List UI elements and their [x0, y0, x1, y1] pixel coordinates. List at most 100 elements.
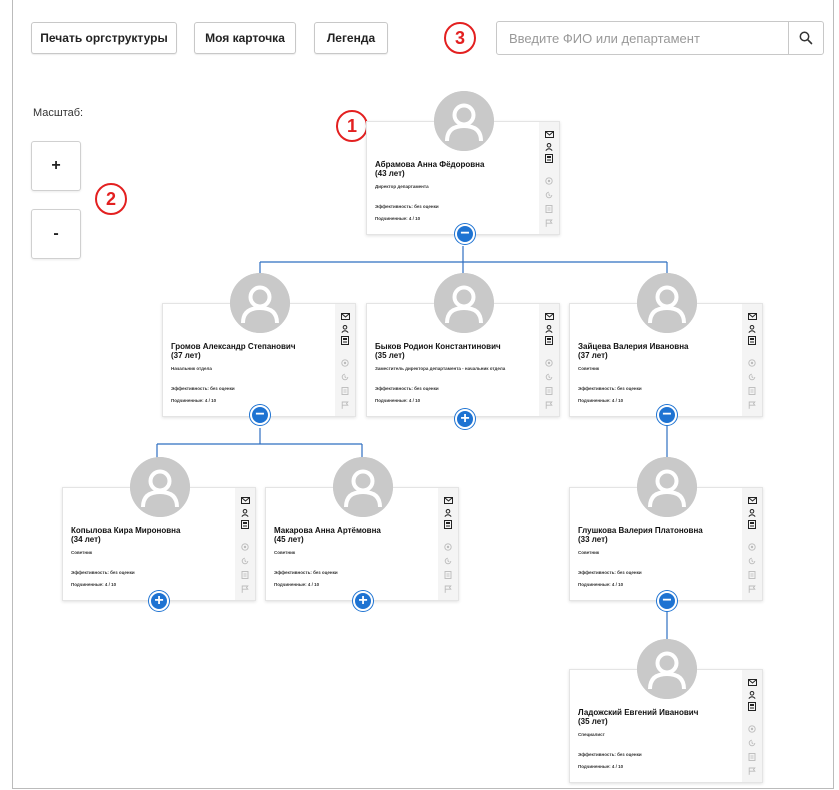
employee-full-name: Макарова Анна Артёмовна — [274, 526, 381, 535]
avatar[interactable] — [637, 457, 697, 517]
avatar[interactable] — [637, 273, 697, 333]
profile-card-icon[interactable] — [543, 336, 555, 345]
flag-icon[interactable] — [746, 400, 758, 409]
collapse-subordinates-button[interactable]: − — [250, 405, 270, 425]
avatar[interactable] — [230, 273, 290, 333]
employee-full-name: Копылова Кира Мироновна — [71, 526, 181, 535]
document-icon[interactable] — [543, 204, 555, 213]
profile-card-icon[interactable] — [339, 336, 351, 345]
employee-position: Советник — [71, 550, 93, 555]
employee-position: Директор департамента — [375, 184, 429, 189]
employee-name: Быков Родион Константинович (35 лет) — [375, 342, 535, 360]
employee-full-name: Глушкова Валерия Платоновна — [578, 526, 703, 535]
employee-position: Заместитель директора департамента - нач… — [375, 366, 506, 371]
mail-icon[interactable] — [746, 496, 758, 505]
collapse-subordinates-button[interactable]: − — [657, 405, 677, 425]
history-icon[interactable] — [239, 556, 251, 565]
employee-name: Абрамова Анна Фёдоровна (43 лет) — [375, 160, 535, 178]
rating-icon[interactable] — [746, 724, 758, 733]
document-icon[interactable] — [746, 752, 758, 761]
history-icon[interactable] — [746, 738, 758, 747]
flag-icon[interactable] — [746, 766, 758, 775]
document-icon[interactable] — [339, 386, 351, 395]
mail-icon[interactable] — [239, 496, 251, 505]
document-icon[interactable] — [746, 570, 758, 579]
mail-icon[interactable] — [543, 130, 555, 139]
employee-age: (33 лет) — [578, 535, 608, 544]
subordinates-label: Подчиненные: 4 / 10 — [578, 764, 624, 769]
history-icon[interactable] — [442, 556, 454, 565]
flag-icon[interactable] — [442, 584, 454, 593]
profile-card-icon[interactable] — [543, 154, 555, 163]
employee-position: Советник — [578, 366, 600, 371]
mail-icon[interactable] — [442, 496, 454, 505]
person-icon[interactable] — [543, 142, 555, 151]
rating-icon[interactable] — [543, 176, 555, 185]
rating-icon[interactable] — [339, 358, 351, 367]
employee-age: (35 лет) — [578, 717, 608, 726]
employee-full-name: Абрамова Анна Фёдоровна — [375, 160, 485, 169]
employee-position: Советник — [578, 550, 600, 555]
rating-icon[interactable] — [746, 358, 758, 367]
subordinates-label: Подчиненные: 4 / 10 — [71, 582, 117, 587]
flag-icon[interactable] — [543, 400, 555, 409]
rating-icon[interactable] — [543, 358, 555, 367]
employee-name: Макарова Анна Артёмовна (45 лет) — [274, 526, 434, 544]
document-icon[interactable] — [442, 570, 454, 579]
employee-position: Начальник отдела — [171, 366, 212, 371]
efficiency-label: Эффективность: без оценки — [578, 386, 642, 391]
flag-icon[interactable] — [339, 400, 351, 409]
history-icon[interactable] — [339, 372, 351, 381]
person-icon[interactable] — [746, 324, 758, 333]
person-icon[interactable] — [746, 508, 758, 517]
employee-age: (34 лет) — [71, 535, 101, 544]
mail-icon[interactable] — [339, 312, 351, 321]
expand-subordinates-button[interactable]: + — [455, 409, 475, 429]
avatar[interactable] — [434, 273, 494, 333]
mail-icon[interactable] — [543, 312, 555, 321]
document-icon[interactable] — [543, 386, 555, 395]
rating-icon[interactable] — [746, 542, 758, 551]
history-icon[interactable] — [543, 190, 555, 199]
collapse-subordinates-button[interactable]: − — [657, 591, 677, 611]
employee-position: Специалист — [578, 732, 605, 737]
avatar[interactable] — [130, 457, 190, 517]
mail-icon[interactable] — [746, 312, 758, 321]
efficiency-label: Эффективность: без оценки — [578, 752, 642, 757]
person-icon[interactable] — [746, 690, 758, 699]
person-icon[interactable] — [543, 324, 555, 333]
employee-age: (37 лет) — [171, 351, 201, 360]
person-icon[interactable] — [442, 508, 454, 517]
profile-card-icon[interactable] — [239, 520, 251, 529]
subordinates-label: Подчиненные: 4 / 10 — [578, 582, 624, 587]
subordinates-label: Подчиненные: 4 / 10 — [274, 582, 320, 587]
profile-card-icon[interactable] — [746, 520, 758, 529]
document-icon[interactable] — [239, 570, 251, 579]
person-icon[interactable] — [339, 324, 351, 333]
expand-subordinates-button[interactable]: + — [149, 591, 169, 611]
collapse-subordinates-button[interactable]: − — [455, 224, 475, 244]
avatar[interactable] — [637, 639, 697, 699]
expand-subordinates-button[interactable]: + — [353, 591, 373, 611]
profile-card-icon[interactable] — [746, 702, 758, 711]
subordinates-label: Подчиненные: 4 / 10 — [375, 398, 421, 403]
employee-age: (45 лет) — [274, 535, 304, 544]
person-icon[interactable] — [239, 508, 251, 517]
mail-icon[interactable] — [746, 678, 758, 687]
efficiency-label: Эффективность: без оценки — [375, 386, 439, 391]
profile-card-icon[interactable] — [442, 520, 454, 529]
history-icon[interactable] — [543, 372, 555, 381]
rating-icon[interactable] — [442, 542, 454, 551]
employee-full-name: Быков Родион Константинович — [375, 342, 501, 351]
flag-icon[interactable] — [746, 584, 758, 593]
history-icon[interactable] — [746, 556, 758, 565]
avatar[interactable] — [434, 91, 494, 151]
profile-card-icon[interactable] — [746, 336, 758, 345]
efficiency-label: Эффективность: без оценки — [274, 570, 338, 575]
rating-icon[interactable] — [239, 542, 251, 551]
history-icon[interactable] — [746, 372, 758, 381]
avatar[interactable] — [333, 457, 393, 517]
flag-icon[interactable] — [239, 584, 251, 593]
document-icon[interactable] — [746, 386, 758, 395]
flag-icon[interactable] — [543, 218, 555, 227]
